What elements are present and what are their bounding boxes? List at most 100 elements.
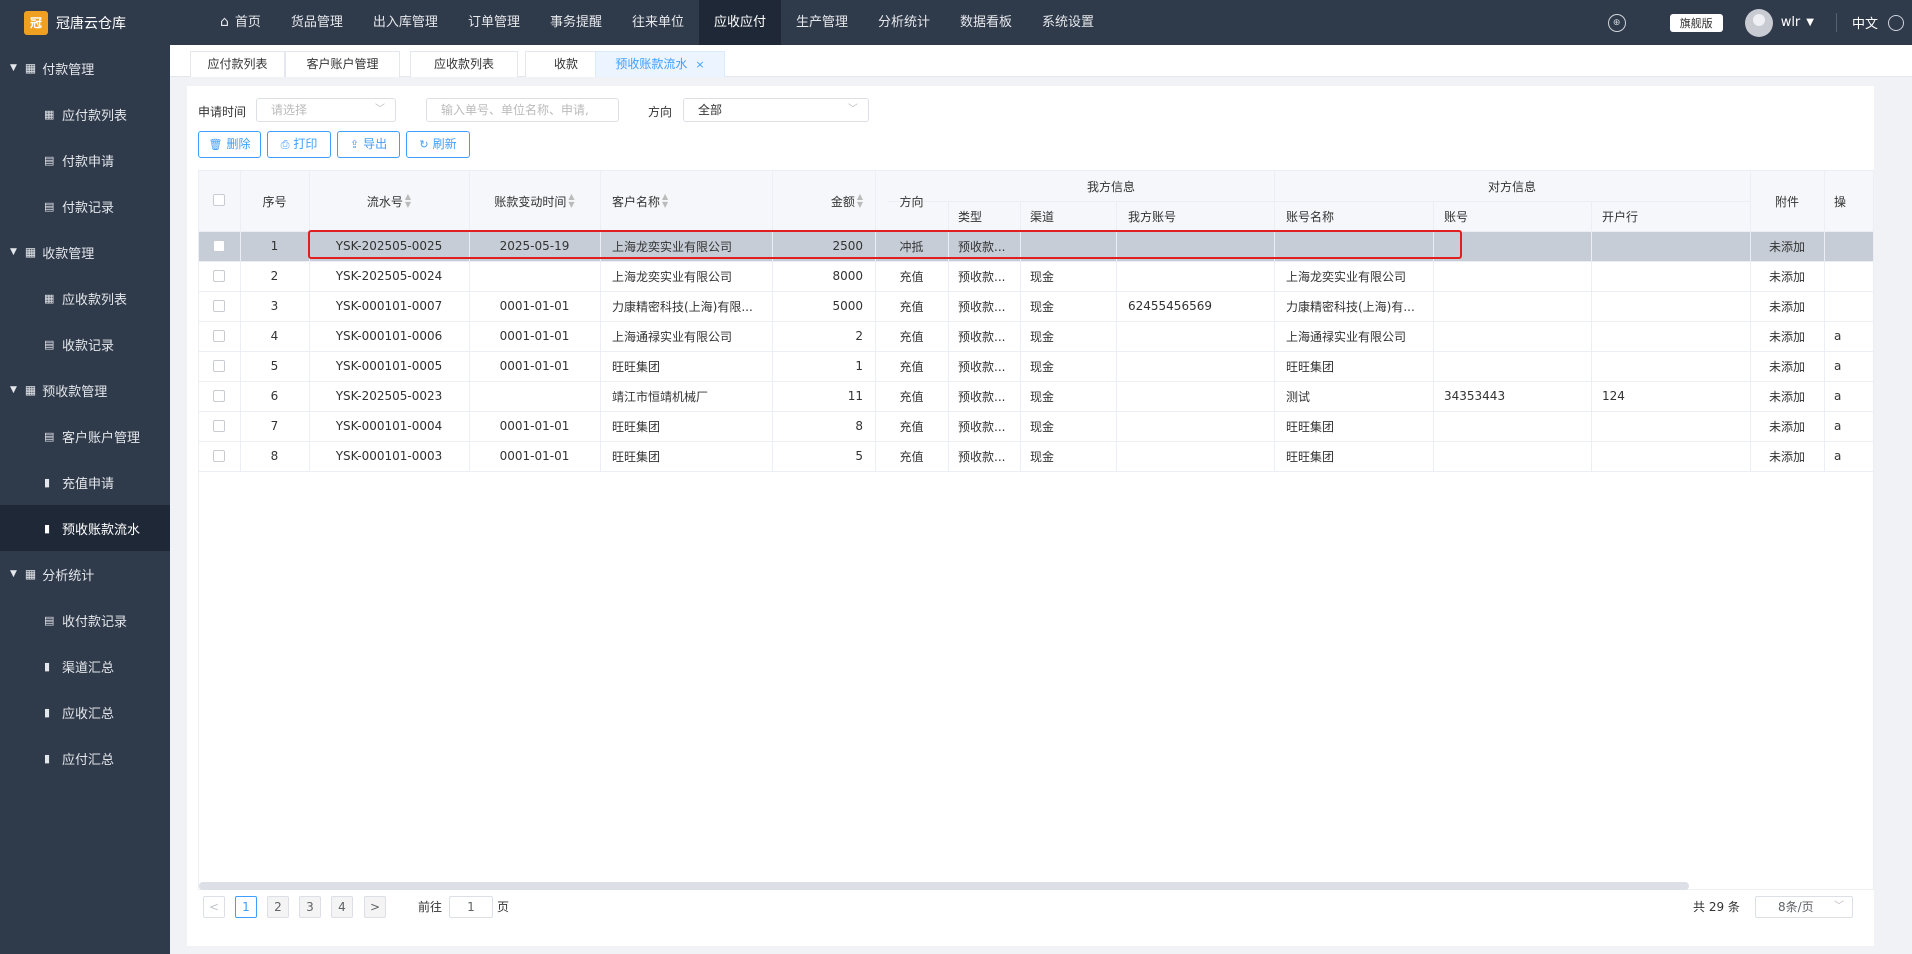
page-button[interactable]: 1 [235,896,257,918]
row-channel: 现金 [1030,269,1055,284]
header-other-bank-label: 开户行 [1602,209,1639,224]
topnav-item[interactable]: 生产管理 [781,0,863,45]
sidebar-item[interactable]: ▤ 客户账户管理 [0,413,170,459]
header-our-type-label: 类型 [958,209,983,224]
direction-select[interactable]: 全部 ﹀ [683,98,869,122]
row-checkbox[interactable] [213,240,225,252]
tab-item[interactable]: 预收账款流水 × [595,51,725,77]
sidebar-item[interactable]: ▤ 收付款记录 [0,597,170,643]
data-table: 序号 流水号 ▲ ▼ 账款变动时间 ▲ ▼ 客户名称 ▲ ▼ 金额 ▲ ▼ 方向 我方信息 类型 渠道 我方账号对… [198,170,1874,890]
refresh-button[interactable]: ↻ 刷新 [406,131,470,158]
sidebar-group[interactable]: ▼ ▦ 预收款管理 [0,367,170,413]
app-logo[interactable]: 冠 冠唐云仓库 [0,0,170,45]
topnav-item[interactable]: 应收应付 [698,0,781,45]
goto-input[interactable]: 1 [449,896,493,918]
language-switch[interactable]: 中文 [1835,13,1878,32]
avatar[interactable] [1744,8,1773,37]
sidebar-item[interactable]: ▮ 充值申请 [0,459,170,505]
sidebar-group-label: 预收款管理 [42,384,108,400]
sidebar-item[interactable]: ▤ 付款申请 [0,137,170,183]
row-bank [1602,351,1750,381]
logo-icon: 冠 [24,10,48,35]
row-type: 预收款... [958,449,1006,464]
sort-icon[interactable]: ▲ ▼ [662,193,668,209]
row-checkbox[interactable] [213,360,225,372]
sidebar-item[interactable]: ▮ 应收汇总 [0,689,170,735]
topnav-item[interactable]: 系统设置 [1027,0,1109,45]
sidebar: ▼ ▦ 付款管理 ▦ 应付款列表 ▤ 付款申请 ▤ 付款记录 ▼ ▦ 收款管理 ▦ 应收款列表 ▤ 收款记录 ▼… [0,45,170,954]
topnav-item[interactable]: 出入库管理 [358,0,453,45]
topnav-item-label: 生产管理 [796,15,849,30]
page-size-select[interactable]: 8条/页 ﹀ [1755,896,1853,918]
grid-icon: ▦ [24,245,37,259]
sort-icon[interactable]: ▲ ▼ [857,193,863,209]
row-change-time: 0001-01-01 [499,419,570,433]
export-button[interactable]: ⇪ 导出 [337,131,400,158]
sidebar-item[interactable]: ▤ 付款记录 [0,183,170,229]
row-amount: 8000 [832,269,863,283]
prev-page-button[interactable]: < [203,896,225,918]
next-page-button[interactable]: > [364,896,386,918]
close-icon[interactable]: × [695,58,704,71]
row-amount: 11 [847,389,863,403]
topnav-item[interactable]: 数据看板 [945,0,1027,45]
horizontal-scrollbar[interactable] [199,882,1689,890]
select-all-checkbox[interactable] [213,194,225,206]
row-attachment: 未添加 [1768,359,1805,374]
row-checkbox[interactable] [213,420,225,432]
row-extra: a [1834,449,1842,463]
sidebar-item[interactable]: ▮ 应付汇总 [0,735,170,781]
apply-time-select[interactable]: 请选择 ﹀ [256,98,396,122]
row-serial: YSK-202505-0023 [335,389,443,403]
username[interactable]: wlr [1781,15,1801,30]
sidebar-item-label: 应收汇总 [62,706,115,722]
notification-icon[interactable]: ⊕ [1607,13,1626,32]
topnav-item[interactable]: ⌂ 首页 [205,0,276,45]
delete-button[interactable]: 🗑 删除 [198,131,261,158]
sort-icon[interactable]: ▲ ▼ [405,193,411,209]
row-checkbox[interactable] [213,330,225,342]
tab-item[interactable]: 应付款列表 [190,51,285,77]
grid-icon: ▦ [44,291,55,305]
page-button[interactable]: 4 [331,896,353,918]
row-checkbox[interactable] [213,270,225,282]
sidebar-group[interactable]: ▼ ▦ 付款管理 [0,45,170,91]
page-button[interactable]: 3 [299,896,321,918]
sidebar-item[interactable]: ▤ 收款记录 [0,321,170,367]
chevron-down-icon: ﹀ [375,104,385,115]
topnav-item[interactable]: 往来单位 [617,0,699,45]
sort-icon[interactable]: ▲ ▼ [568,193,574,209]
row-channel: 现金 [1030,419,1055,434]
sidebar-item[interactable]: ▦ 应收款列表 [0,275,170,321]
row-checkbox[interactable] [213,450,225,462]
chevron-down-icon[interactable]: ▼ [1806,17,1814,28]
header-change-time[interactable]: 账款变动时间 ▲ ▼ [469,171,600,231]
sidebar-item[interactable]: ▮ 预收账款流水 [0,505,170,551]
tab-label: 应收款列表 [433,57,494,71]
header-serial[interactable]: 流水号 ▲ ▼ [309,171,469,231]
topnav-item[interactable]: 分析统计 [863,0,945,45]
topnav-item[interactable]: 事务提醒 [535,0,617,45]
sidebar-item[interactable]: ▮ 渠道汇总 [0,643,170,689]
topnav-item[interactable]: 订单管理 [453,0,535,45]
row-seq: 1 [270,239,279,253]
chevron-down-icon: ﹀ [848,104,858,115]
sidebar-group[interactable]: ▼ ▦ 分析统计 [0,551,170,597]
row-checkbox[interactable] [213,390,225,402]
row-extra: a [1834,419,1842,433]
sidebar-item-label: 收付款记录 [62,614,128,630]
row-extra: a [1834,359,1842,373]
sidebar-group[interactable]: ▼ ▦ 收款管理 [0,229,170,275]
row-checkbox[interactable] [213,300,225,312]
globe-icon[interactable] [1888,14,1904,31]
print-button[interactable]: ⎙ 打印 [267,131,331,158]
search-input[interactable]: 输入单号、单位名称、申请, [426,98,619,122]
page-button[interactable]: 2 [267,896,289,918]
sidebar-item[interactable]: ▦ 应付款列表 [0,91,170,137]
tab-item[interactable]: 应收款列表 [410,51,518,77]
row-customer: 靖江市恒靖机械厂 [612,389,709,404]
tab-item[interactable]: 客户账户管理 [285,51,400,77]
topnav-item[interactable]: 货品管理 [276,0,358,45]
header-amount[interactable]: 金额 ▲ ▼ [772,171,875,231]
header-customer[interactable]: 客户名称 ▲ ▼ [612,171,772,231]
